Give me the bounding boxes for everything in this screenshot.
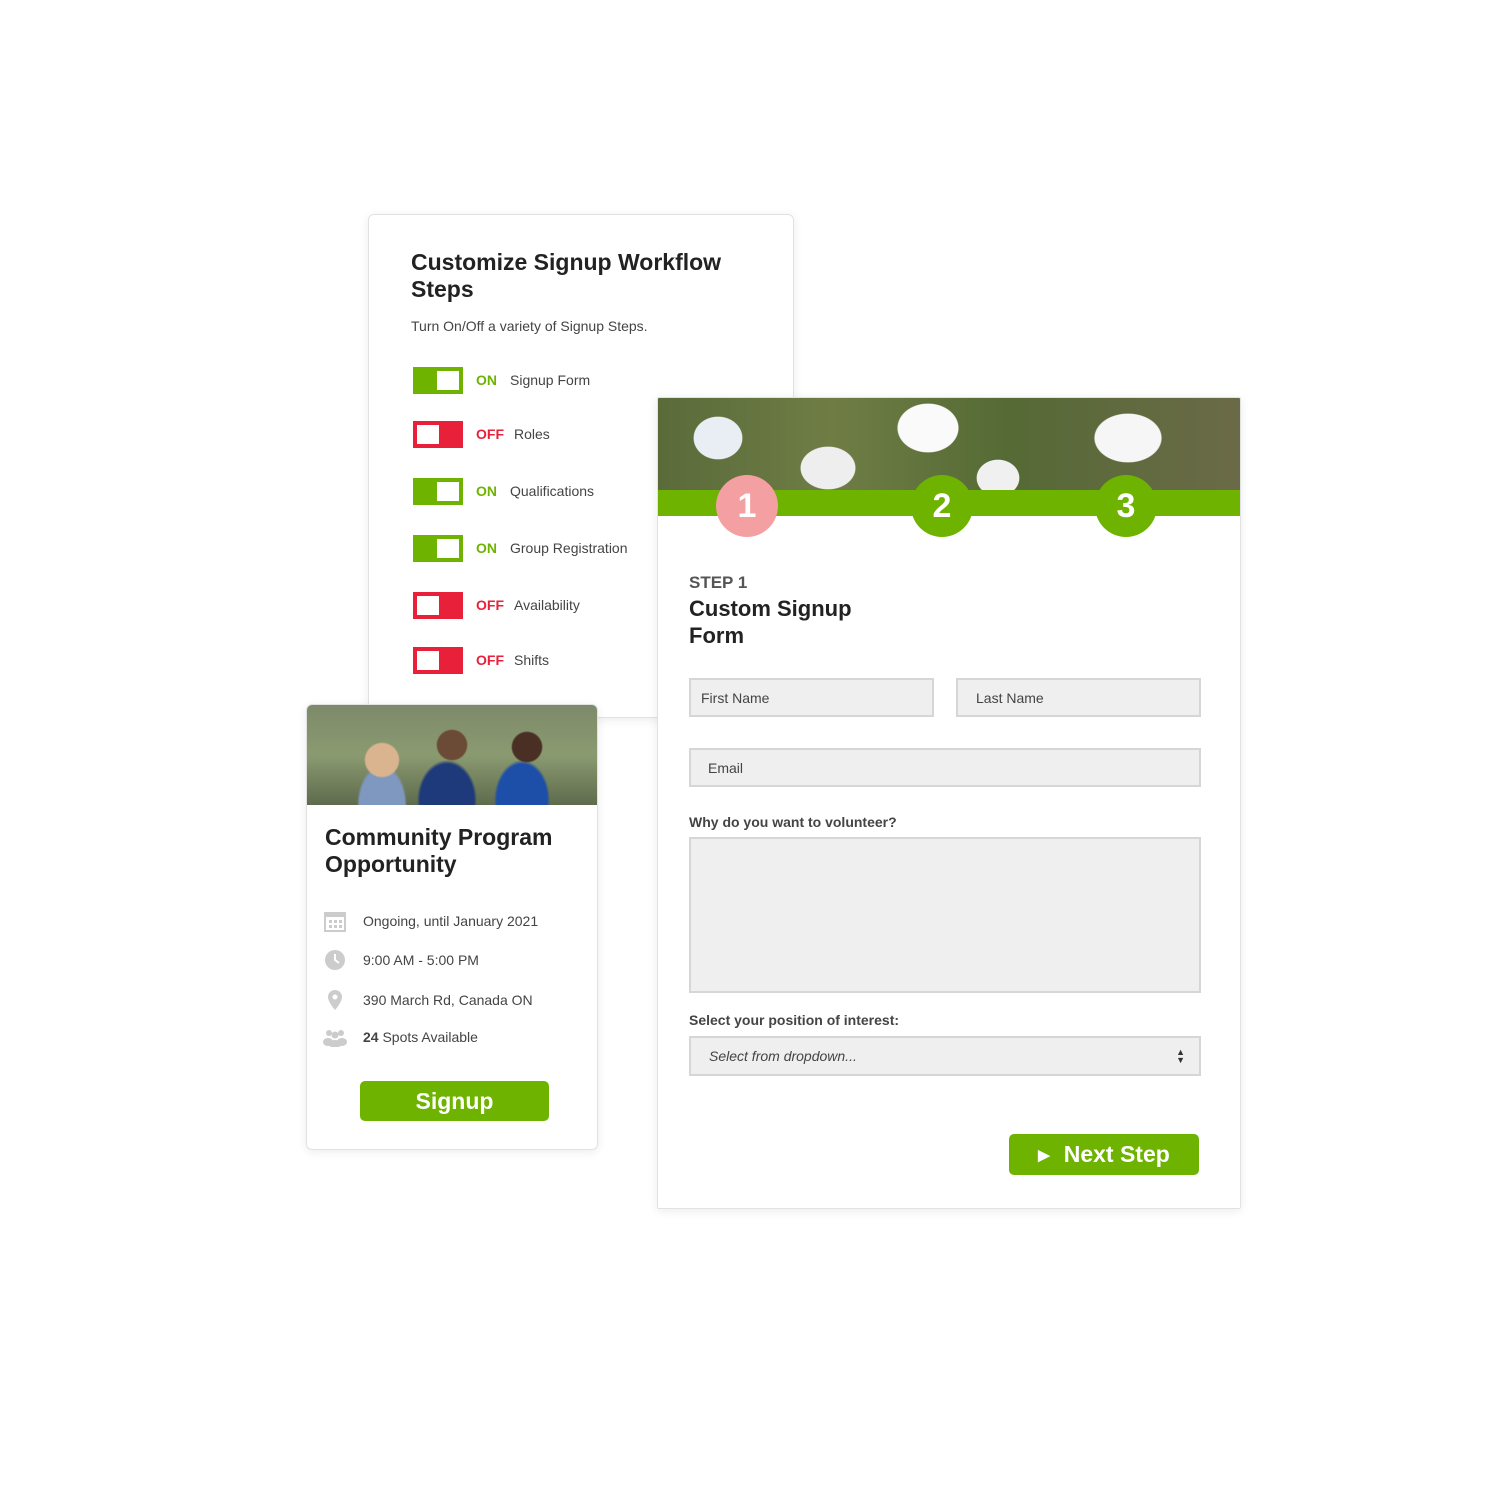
workflow-step-row: OFF Shifts xyxy=(413,646,549,674)
toggle-knob xyxy=(417,650,439,670)
toggle-knob xyxy=(417,424,439,444)
toggle-state: OFF xyxy=(476,597,504,613)
toggle-state: OFF xyxy=(476,426,504,442)
why-volunteer-label: Why do you want to volunteer? xyxy=(689,814,897,830)
step-name: Availability xyxy=(514,597,580,613)
map-pin-icon xyxy=(323,988,347,1012)
toggle-switch[interactable] xyxy=(413,646,463,674)
date-info: Ongoing, until January 2021 xyxy=(323,909,538,933)
first-name-placeholder: First Name xyxy=(701,689,770,706)
calendar-icon xyxy=(323,909,347,933)
signup-button[interactable]: Signup xyxy=(360,1081,549,1121)
toggle-state: OFF xyxy=(476,652,504,668)
workflow-step-row: ON Group Registration xyxy=(413,534,628,562)
toggle-state: ON xyxy=(476,372,497,388)
step-2-indicator[interactable]: 2 xyxy=(911,475,973,537)
email-input[interactable]: Email xyxy=(689,748,1201,787)
toggle-state: ON xyxy=(476,483,497,499)
step-3-indicator[interactable]: 3 xyxy=(1095,475,1157,537)
step-1-indicator[interactable]: 1 xyxy=(716,475,778,537)
spots-info: 24 Spots Available xyxy=(323,1025,478,1049)
workflow-subtitle: Turn On/Off a variety of Signup Steps. xyxy=(411,318,648,334)
workflow-step-row: OFF Roles xyxy=(413,420,550,448)
opportunity-card: Community Program Opportunity Ongoing, u… xyxy=(306,704,598,1150)
toggle-switch[interactable] xyxy=(413,591,463,619)
workflow-step-row: ON Qualifications xyxy=(413,477,594,505)
form-title: Custom Signup Form xyxy=(689,596,852,648)
next-step-button[interactable]: ▶ Next Step xyxy=(1009,1134,1199,1175)
toggle-knob xyxy=(437,370,459,390)
spots-count: 24 xyxy=(363,1029,379,1045)
step-name: Group Registration xyxy=(510,540,628,556)
time-text: 9:00 AM - 5:00 PM xyxy=(363,952,479,968)
workflow-title: Customize Signup Workflow Steps xyxy=(411,249,722,302)
next-step-label: Next Step xyxy=(1063,1141,1170,1167)
people-icon xyxy=(323,1025,347,1049)
spots-text: Spots Available xyxy=(378,1029,478,1045)
toggle-switch[interactable] xyxy=(413,366,463,394)
step-label: STEP 1 xyxy=(689,573,748,592)
toggle-knob xyxy=(417,595,439,615)
position-select[interactable]: Select from dropdown... ▲ ▼ xyxy=(689,1036,1201,1076)
date-text: Ongoing, until January 2021 xyxy=(363,913,539,929)
email-placeholder: Email xyxy=(708,759,744,776)
workflow-step-row: OFF Availability xyxy=(413,591,580,619)
toggle-switch[interactable] xyxy=(413,534,463,562)
step-name: Shifts xyxy=(514,652,550,668)
position-label: Select your position of interest: xyxy=(689,1012,900,1028)
clock-icon xyxy=(323,948,347,972)
toggle-state: ON xyxy=(476,540,497,556)
toggle-switch[interactable] xyxy=(413,477,463,505)
time-info: 9:00 AM - 5:00 PM xyxy=(323,948,479,972)
workflow-step-row: ON Signup Form xyxy=(413,366,590,394)
position-placeholder: Select from dropdown... xyxy=(709,1048,857,1064)
first-name-input[interactable]: First Name xyxy=(689,678,934,717)
signup-form-card: 1 2 3 STEP 1 Custom Signup Form First Na… xyxy=(657,397,1241,1209)
why-volunteer-textarea[interactable] xyxy=(689,837,1201,993)
last-name-input[interactable]: Last Name xyxy=(956,678,1201,717)
step-name: Qualifications xyxy=(510,483,595,499)
play-icon: ▶ xyxy=(1038,1146,1050,1164)
select-arrows-icon: ▲ ▼ xyxy=(1176,1047,1185,1065)
toggle-switch[interactable] xyxy=(413,420,463,448)
toggle-knob xyxy=(437,538,459,558)
location-info: 390 March Rd, Canada ON xyxy=(323,988,533,1012)
toggle-knob xyxy=(437,481,459,501)
last-name-placeholder: Last Name xyxy=(976,689,1044,706)
opportunity-title: Community Program Opportunity xyxy=(325,824,553,877)
step-name: Roles xyxy=(514,426,550,442)
location-text: 390 March Rd, Canada ON xyxy=(363,992,533,1008)
volunteers-photo xyxy=(307,705,597,805)
step-name: Signup Form xyxy=(510,372,591,388)
